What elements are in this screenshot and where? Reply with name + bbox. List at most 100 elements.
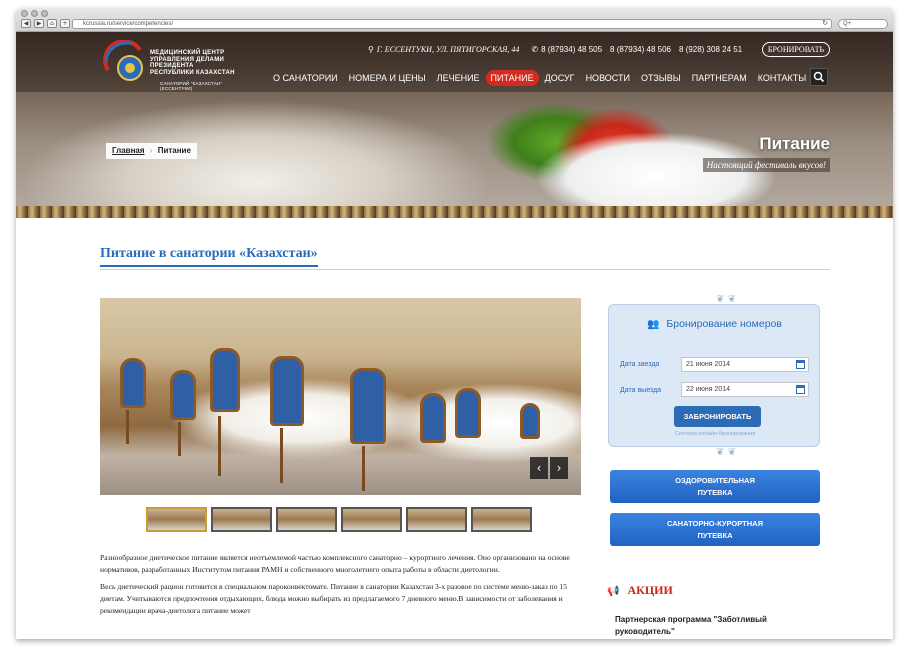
promotion-link[interactable]: Партнерская программа "Заботливый руково…	[615, 614, 815, 638]
breadcrumb-separator: ›	[149, 146, 153, 155]
photo-chair-leg	[362, 446, 365, 491]
restaurant-photo-slider[interactable]	[100, 298, 581, 495]
slider-thumbnails	[146, 507, 532, 532]
slider-thumbnail[interactable]	[146, 507, 207, 532]
phone-icon: ✆	[531, 45, 539, 54]
hero-title: Питание	[759, 134, 830, 153]
menu-item-leisure[interactable]: ДОСУГ	[540, 70, 580, 86]
booking-widget: 👥 Бронирование номеров Дата заезда 21 ию…	[608, 304, 820, 447]
phone-3[interactable]: 8 (928) 308 24 51	[679, 45, 742, 54]
slider-thumbnail[interactable]	[211, 507, 272, 532]
reload-icon[interactable]: ↻	[822, 20, 828, 28]
photo-chair	[120, 358, 146, 408]
address-bar[interactable]: kcrussia.ru/service/competencies/ ↻	[72, 19, 832, 29]
contact-info: ⚲ Г. ЕССЕНТУКИ, УЛ. ПЯТИГОРСКАЯ, 44 ✆ 8 …	[368, 45, 750, 54]
menu-item-reviews[interactable]: ОТЗЫВЫ	[636, 70, 686, 86]
menu-item-partners[interactable]: ПАРТНЕРАМ	[687, 70, 752, 86]
booking-bottom-ornament: ❦ ❦	[716, 447, 736, 458]
megaphone-icon: 📢	[607, 586, 620, 597]
calendar-icon[interactable]	[796, 385, 805, 394]
menu-item-nutrition[interactable]: ПИТАНИЕ	[485, 70, 539, 86]
booking-footer-text: Система онлайн-бронирования	[674, 431, 756, 437]
photo-chair-leg	[280, 428, 283, 483]
menu-item-news[interactable]: НОВОСТИ	[581, 70, 635, 86]
menu-item-about[interactable]: О САНАТОРИИ	[268, 70, 343, 86]
hero-banner: МЕДИЦИНСКИЙ ЦЕНТР УПРАВЛЕНИЯ ДЕЛАМИ ПРЕЗ…	[16, 32, 893, 218]
address-bar-url: kcrussia.ru/service/competencies/	[83, 21, 174, 27]
slider-thumbnail[interactable]	[276, 507, 337, 532]
photo-chair	[420, 393, 446, 443]
site-search-button[interactable]	[810, 68, 828, 86]
main-menu: О САНАТОРИИ НОМЕРА И ЦЕНЫ ЛЕЧЕНИЕ ПИТАНИ…	[268, 70, 812, 86]
back-icon[interactable]: ◀	[21, 19, 31, 28]
photo-chair-leg	[178, 422, 181, 456]
header-book-button[interactable]: БРОНИРОВАТЬ	[762, 42, 830, 57]
article-paragraph: Разнообразное диетическое питание являет…	[100, 553, 570, 574]
hero-subtitle: Настоящий фестиваль вкусов!	[702, 158, 830, 172]
photo-chair	[270, 356, 304, 426]
checkin-date-value: 21 июня 2014	[686, 361, 731, 368]
maximize-window-button[interactable]	[41, 10, 48, 17]
slider-thumbnail[interactable]	[471, 507, 532, 532]
breadcrumb-current: Питание	[157, 146, 191, 155]
menu-item-contacts[interactable]: КОНТАКТЫ	[753, 70, 812, 86]
photo-chair-leg	[218, 416, 221, 476]
checkin-label: Дата заезда	[620, 361, 660, 368]
site-logo[interactable]: МЕДИЦИНСКИЙ ЦЕНТР УПРАВЛЕНИЯ ДЕЛАМИ ПРЕЗ…	[102, 40, 252, 91]
promotions-heading-text: АКЦИИ	[627, 583, 673, 597]
checkout-label: Дата выезда	[620, 387, 661, 394]
photo-chair-leg	[126, 410, 129, 444]
emblem-icon	[103, 40, 143, 81]
logo-title: МЕДИЦИНСКИЙ ЦЕНТР УПРАВЛЕНИЯ ДЕЛАМИ ПРЕЗ…	[150, 50, 235, 76]
window-controls	[21, 10, 48, 17]
menu-item-treatment[interactable]: ЛЕЧЕНИЕ	[432, 70, 485, 86]
photo-chair	[455, 388, 481, 438]
breadcrumb-home-link[interactable]: Главная	[112, 146, 145, 155]
book-submit-button[interactable]: ЗАБРОНИРОВАТЬ	[674, 406, 761, 427]
booking-title: 👥 Бронирование номеров	[647, 318, 782, 330]
forward-icon[interactable]: ▶	[34, 19, 44, 28]
sanatorium-voucher-line2: ПУТЕВКА	[697, 531, 733, 540]
search-icon	[813, 71, 825, 83]
sanatorium-voucher-button[interactable]: САНАТОРНО-КУРОРТНАЯ ПУТЕВКА	[610, 513, 820, 546]
wellness-voucher-line1: ОЗДОРОВИТЕЛЬНАЯ	[675, 476, 755, 485]
promotions-heading: 📢 АКЦИИ	[607, 583, 673, 598]
wellness-voucher-button[interactable]: ОЗДОРОВИТЕЛЬНАЯ ПУТЕВКА	[610, 470, 820, 503]
booking-title-text: Бронирование номеров	[666, 318, 782, 330]
phone-2[interactable]: 8 (87934) 48 506	[610, 45, 671, 54]
checkout-date-field[interactable]: 22 июня 2014	[681, 382, 809, 397]
browser-nav-buttons: ◀ ▶ ⌂ +	[21, 19, 70, 28]
browser-search-field[interactable]: Q+	[838, 19, 888, 29]
photo-chair	[350, 368, 386, 444]
browser-search-placeholder: Q+	[843, 21, 852, 27]
wellness-voucher-line2: ПУТЕВКА	[697, 488, 733, 497]
location-pin-icon: ⚲	[368, 45, 374, 54]
slider-thumbnail[interactable]	[341, 507, 402, 532]
slider-prev-button[interactable]: ‹	[530, 457, 548, 479]
article-paragraph: Весь диетический рацион готовится в спец…	[100, 582, 568, 615]
home-icon[interactable]: ⌂	[47, 19, 57, 28]
menu-item-rooms-prices[interactable]: НОМЕРА И ЦЕНЫ	[344, 70, 431, 86]
slider-thumbnail[interactable]	[406, 507, 467, 532]
logo-subtitle: САНАТОРИЙ "КАЗАХСТАН" (ЕССЕНТУКИ)	[160, 81, 223, 91]
sanatorium-voucher-line1: САНАТОРНО-КУРОРТНАЯ	[667, 519, 763, 528]
browser-window: ◀ ▶ ⌂ + kcrussia.ru/service/competencies…	[16, 8, 893, 639]
checkout-date-value: 22 июня 2014	[686, 386, 731, 393]
breadcrumb: Главная › Питание	[106, 143, 197, 159]
photo-chair	[210, 348, 240, 412]
browser-chrome: ◀ ▶ ⌂ + kcrussia.ru/service/competencies…	[16, 8, 893, 32]
article-text: Разнообразное диетическое питание являет…	[100, 552, 586, 622]
phone-1[interactable]: 8 (87934) 48 505	[541, 45, 602, 54]
close-window-button[interactable]	[21, 10, 28, 17]
add-tab-icon[interactable]: +	[60, 19, 70, 28]
photo-chair	[520, 403, 540, 439]
slider-next-button[interactable]: ›	[550, 457, 568, 479]
minimize-window-button[interactable]	[31, 10, 38, 17]
calendar-icon[interactable]	[796, 360, 805, 369]
people-icon: 👥	[647, 319, 660, 330]
title-divider	[100, 269, 830, 270]
page-title: Питание в санатории «Казахстан»	[100, 246, 318, 267]
slider-arrows: ‹ ›	[530, 457, 568, 479]
checkin-date-field[interactable]: 21 июня 2014	[681, 357, 809, 372]
address-text: Г. ЕССЕНТУКИ, УЛ. ПЯТИГОРСКАЯ, 44	[376, 45, 520, 54]
